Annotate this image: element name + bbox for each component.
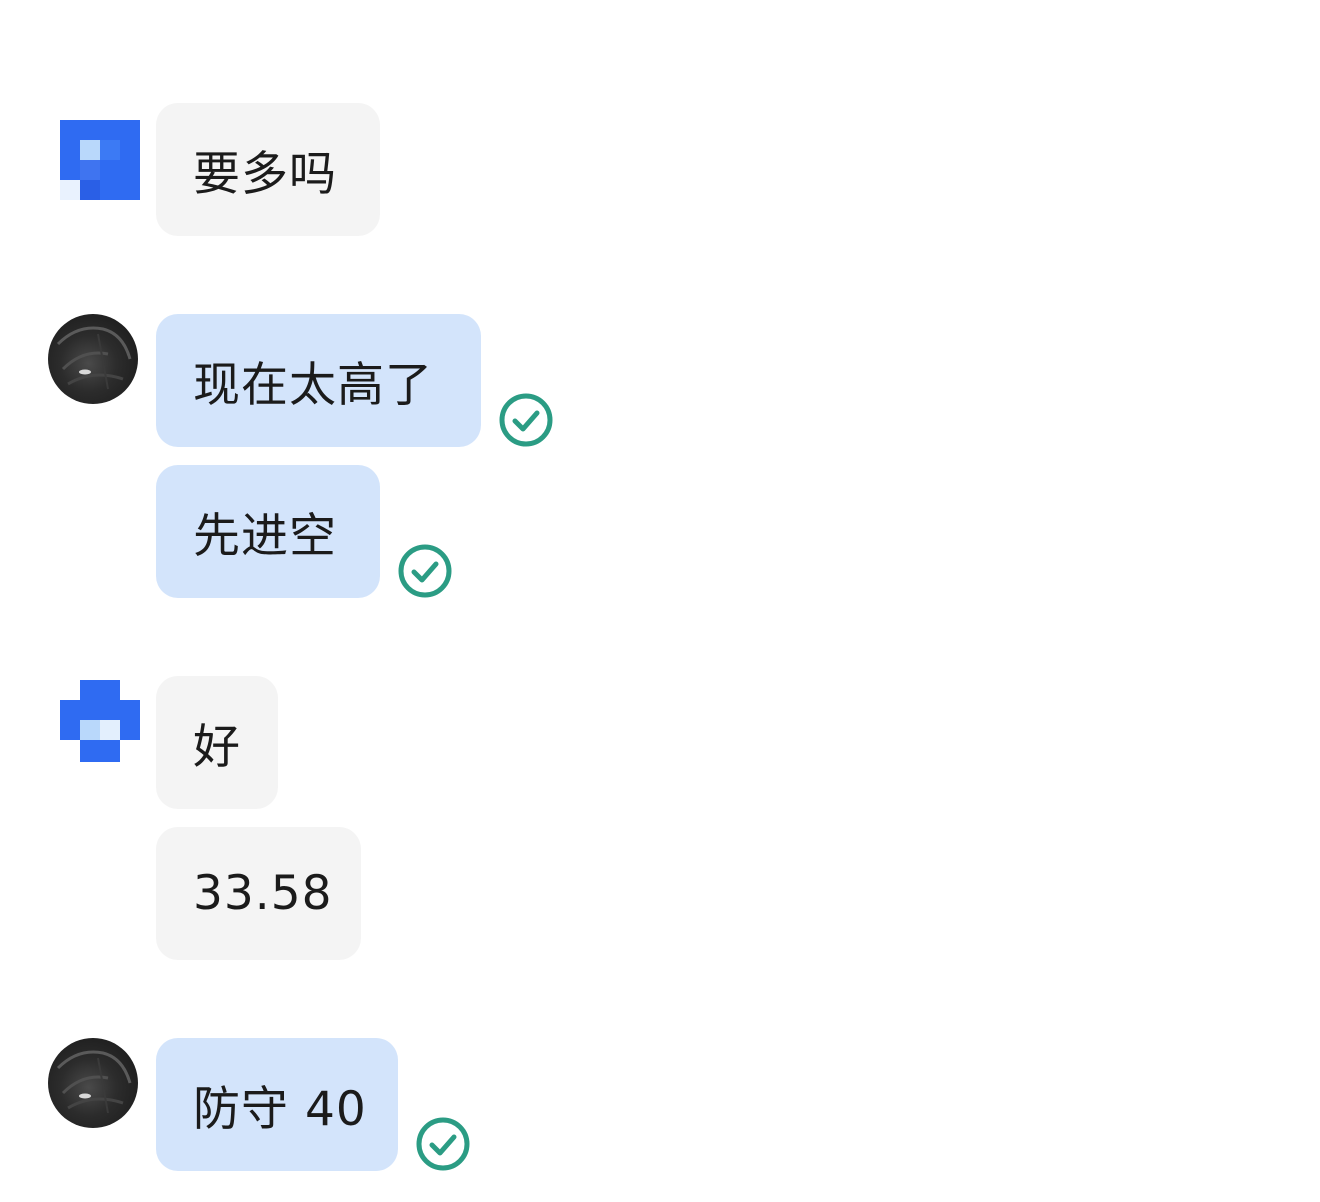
read-check-icon — [398, 544, 452, 598]
message-bubble[interactable]: 防守 40 — [156, 1038, 398, 1171]
message-text: 要多吗 — [193, 147, 337, 202]
message-bubble[interactable]: 33.58 — [156, 827, 361, 960]
chat-message-list: 要多吗 现在太高了 先进空 好 33.58 防守 40 — [0, 0, 1320, 1202]
message-text: 现在太高了 — [193, 358, 433, 413]
pixelated-avatar-icon — [60, 680, 140, 762]
message-text: 防守 40 — [193, 1082, 367, 1137]
pixelated-avatar-icon — [60, 120, 140, 200]
message-bubble[interactable]: 要多吗 — [156, 103, 380, 236]
user-avatar[interactable] — [48, 1038, 138, 1128]
dark-character-avatar-icon — [56, 326, 132, 390]
message-text: 好 — [193, 720, 241, 775]
message-text: 先进空 — [193, 509, 337, 564]
message-bubble[interactable]: 好 — [156, 676, 278, 809]
read-check-icon — [499, 393, 553, 447]
message-bubble[interactable]: 先进空 — [156, 465, 380, 598]
message-bubble[interactable]: 现在太高了 — [156, 314, 481, 447]
contact-avatar[interactable] — [55, 118, 145, 208]
dark-character-avatar-icon — [56, 1050, 132, 1114]
message-text: 33.58 — [193, 866, 333, 921]
read-check-icon — [416, 1117, 470, 1171]
contact-avatar[interactable] — [55, 680, 145, 770]
user-avatar[interactable] — [48, 314, 138, 404]
